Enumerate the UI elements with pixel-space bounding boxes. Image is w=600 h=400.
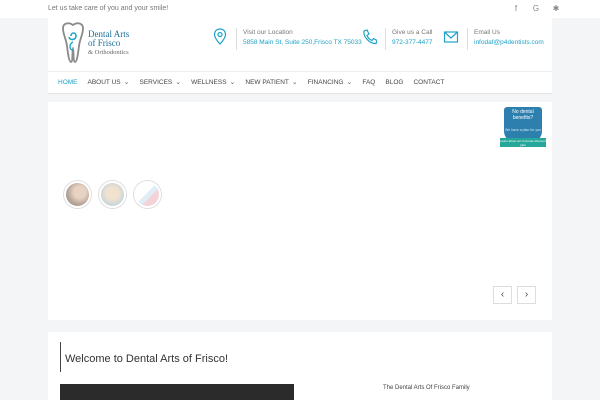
- google-icon[interactable]: G: [532, 4, 540, 13]
- main-nav: HOME ABOUT US ⌄ SERVICES ⌄ WELLNESS ⌄ NEW P…: [48, 72, 552, 94]
- site-header: Dental Arts of Frisco & Orthodontics Vis…: [48, 18, 552, 72]
- chevron-down-icon: ⌄: [123, 78, 130, 86]
- logo-line-3: & Orthodontics: [88, 49, 129, 56]
- divider: [385, 28, 386, 50]
- logo-line-2: of Frisco: [88, 38, 121, 48]
- social-links: f G ✱: [512, 4, 560, 13]
- location-text: Visit our Location 5858 Main St, Suite 2…: [243, 28, 362, 50]
- phone-info: Give us a Call 972-377-4477: [361, 28, 432, 50]
- chevron-down-icon: ⌄: [346, 78, 353, 86]
- dental-plan-badge[interactable]: No dental benefits? We have a plan for y…: [500, 107, 546, 149]
- phone-text: Give us a Call 972-377-4477: [392, 28, 432, 50]
- nav-wellness[interactable]: WELLNESS ⌄: [191, 72, 235, 93]
- location-value[interactable]: 5858 Main St, Suite 250,Frisco TX 75033: [243, 38, 362, 48]
- nav-label: FINANCING: [307, 78, 344, 86]
- nav-new-patient[interactable]: NEW PATIENT ⌄: [245, 72, 297, 93]
- slider-prev-button[interactable]: ‹: [493, 286, 512, 304]
- chevron-down-icon: ⌄: [175, 78, 182, 86]
- nav-blog[interactable]: BLOG: [385, 72, 403, 93]
- nav-faq[interactable]: FAQ: [362, 72, 375, 93]
- slide-thumbnail-3[interactable]: [134, 181, 161, 208]
- nav-about-us[interactable]: ABOUT US ⌄: [88, 72, 130, 93]
- nav-label: ABOUT US: [87, 78, 121, 86]
- location-label: Visit our Location: [243, 29, 293, 36]
- nav-home[interactable]: HOME: [58, 72, 78, 93]
- map-pin-icon: [213, 28, 227, 45]
- phone-value[interactable]: 972-377-4477: [392, 38, 432, 48]
- slider-next-button[interactable]: ›: [517, 286, 536, 304]
- nav-financing[interactable]: FINANCING ⌄: [308, 72, 353, 93]
- nav-contact[interactable]: CONTACT: [413, 72, 444, 93]
- nav-label: SERVICES: [139, 78, 173, 86]
- tooth-logo-icon: [62, 22, 84, 63]
- top-bar: Let us take care of you and your smile! …: [0, 0, 600, 18]
- email-value[interactable]: infodaf@p4dentists.com: [474, 38, 544, 48]
- email-text: Email Us infodaf@p4dentists.com: [474, 28, 544, 50]
- badge-title: No dental benefits?: [512, 109, 534, 121]
- family-label: The Dental Arts Of Frisco Family: [383, 385, 470, 391]
- nav-label: HOME: [58, 78, 78, 86]
- phone-icon: [363, 29, 377, 45]
- nav-label: WELLNESS: [191, 78, 227, 86]
- divider: [467, 28, 468, 50]
- slide-thumbnail-2[interactable]: [99, 181, 126, 208]
- phone-label: Give us a Call: [392, 29, 433, 36]
- divider: [236, 28, 237, 50]
- video-player[interactable]: [60, 384, 294, 400]
- nav-label: CONTACT: [413, 78, 445, 86]
- nav-label: BLOG: [385, 78, 404, 86]
- facebook-icon[interactable]: f: [512, 4, 520, 13]
- badge-ribbon: Learn about our In-house discount plan: [500, 138, 546, 147]
- location-info: Visit our Location 5858 Main St, Suite 2…: [212, 28, 362, 50]
- nav-label: NEW PATIENT: [245, 78, 289, 86]
- welcome-title: Welcome to Dental Arts of Frisco!: [65, 353, 229, 365]
- site-logo[interactable]: Dental Arts of Frisco & Orthodontics: [60, 22, 170, 68]
- yelp-icon[interactable]: ✱: [552, 4, 560, 13]
- hero-slider: No dental benefits? We have a plan for y…: [48, 102, 552, 320]
- envelope-icon: [443, 31, 459, 43]
- slide-thumbnail-1[interactable]: [64, 181, 91, 208]
- chevron-down-icon: ⌄: [229, 78, 236, 86]
- welcome-section: Welcome to Dental Arts of Frisco! The De…: [48, 332, 552, 400]
- tagline: Let us take care of you and your smile!: [48, 5, 169, 12]
- nav-label: FAQ: [362, 78, 376, 86]
- nav-services[interactable]: SERVICES ⌄: [139, 72, 181, 93]
- badge-subtitle: We have a plan for you: [505, 128, 541, 132]
- heading-accent-bar: [60, 342, 61, 372]
- email-label: Email Us: [474, 29, 501, 36]
- email-info: Email Us infodaf@p4dentists.com: [443, 28, 544, 50]
- chevron-down-icon: ⌄: [291, 78, 298, 86]
